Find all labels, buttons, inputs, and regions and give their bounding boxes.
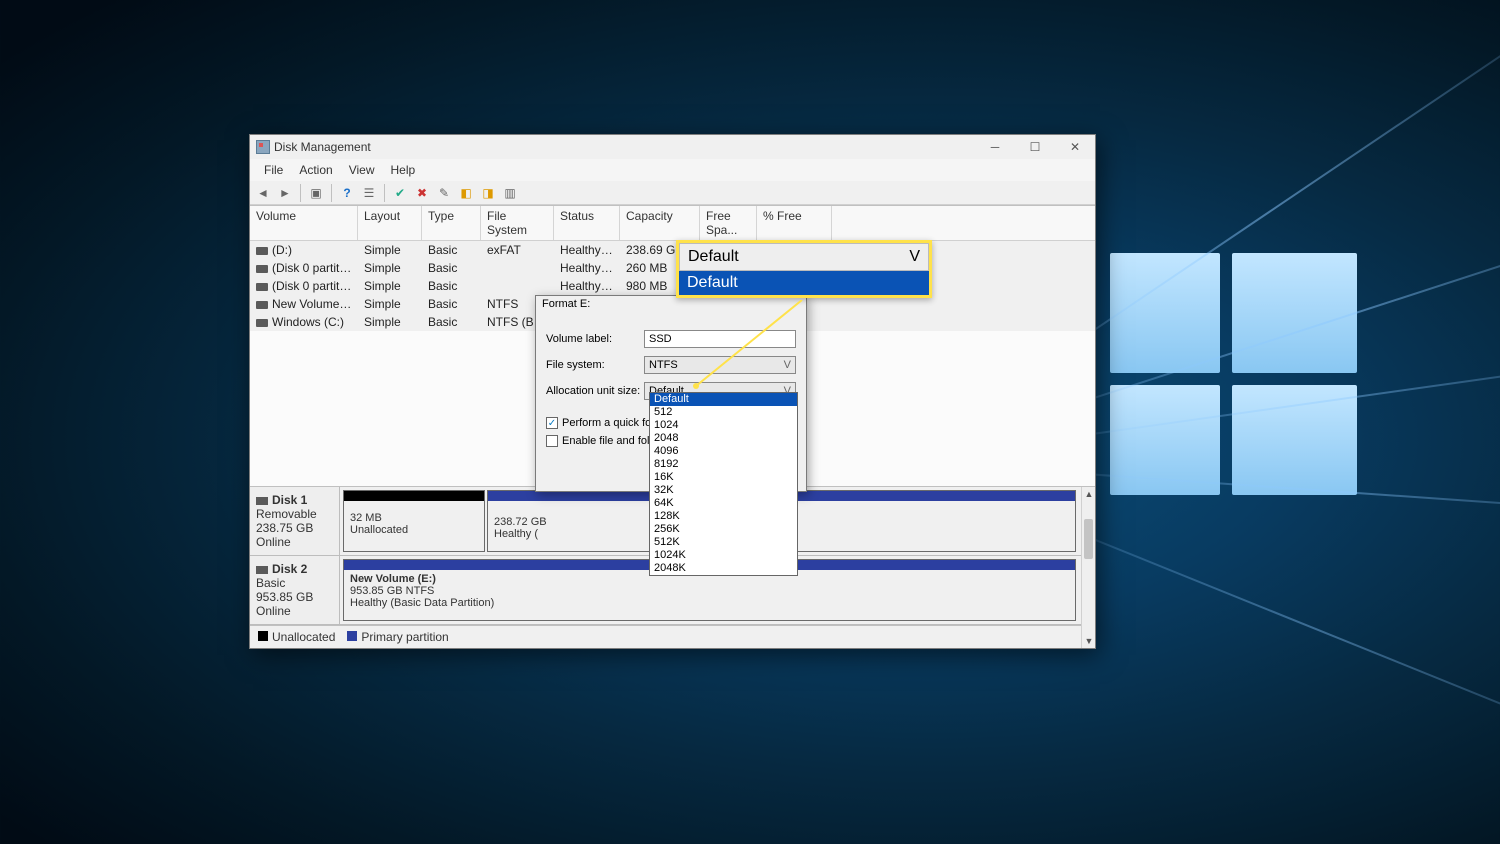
option-64k[interactable]: 64K [650,497,797,510]
scrollbar[interactable]: ▲ ▼ [1081,487,1095,648]
scroll-thumb[interactable] [1084,519,1093,559]
new-icon[interactable]: ✎ [435,184,453,202]
volume-icon [256,301,268,309]
disk-icon [256,497,268,505]
allocation-size-dropdown[interactable]: Default 512 1024 2048 4096 8192 16K 32K … [649,392,798,576]
disk-header[interactable]: Disk 2 Basic 953.85 GB Online [250,556,340,624]
windows-logo [1110,253,1357,495]
volume-icon [256,247,268,255]
callout-current-value: Default V [679,243,929,271]
dialog-title: Format E: [536,296,806,312]
app-icon [256,140,270,154]
option-512[interactable]: 512 [650,406,797,419]
option-default[interactable]: Default [650,393,797,406]
col-free[interactable]: Free Spa... [700,206,757,240]
callout-highlighted-option: Default [679,271,929,295]
chevron-down-icon: V [909,248,920,266]
partition-unallocated[interactable]: 32 MB Unallocated [343,490,485,552]
option-4096[interactable]: 4096 [650,445,797,458]
scroll-down-icon[interactable]: ▼ [1082,634,1096,648]
option-256k[interactable]: 256K [650,523,797,536]
close-button[interactable]: ✕ [1055,135,1095,159]
toolbar: ◄ ► ▣ ? ☰ ✔ ✖ ✎ ◧ ◨ ▥ [250,181,1095,205]
col-layout[interactable]: Layout [358,206,422,240]
option-1024k[interactable]: 1024K [650,549,797,562]
scroll-up-icon[interactable]: ▲ [1082,487,1096,501]
col-capacity[interactable]: Capacity [620,206,700,240]
volume-icon [256,265,268,273]
menubar: File Action View Help [250,159,1095,181]
volume-icon [256,283,268,291]
option-512k[interactable]: 512K [650,536,797,549]
option-1024[interactable]: 1024 [650,419,797,432]
menu-action[interactable]: Action [291,161,340,179]
minimize-button[interactable]: ─ [975,135,1015,159]
help-icon[interactable]: ? [338,184,356,202]
chevron-down-icon: V [784,359,791,371]
titlebar[interactable]: Disk Management ─ ☐ ✕ [250,135,1095,159]
option-32k[interactable]: 32K [650,484,797,497]
legend-swatch-unallocated [258,631,268,641]
menu-view[interactable]: View [341,161,383,179]
table-row[interactable]: (Disk 0 partition 4) Simple Basic Health… [250,277,1095,295]
layout-icon[interactable]: ▥ [501,184,519,202]
option-128k[interactable]: 128K [650,510,797,523]
properties-icon[interactable]: ◧ [457,184,475,202]
window-title: Disk Management [274,140,975,154]
forward-icon[interactable]: ► [276,184,294,202]
back-icon[interactable]: ◄ [254,184,272,202]
volume-label-label: Volume label: [546,333,644,345]
col-status[interactable]: Status [554,206,620,240]
volume-icon [256,319,268,327]
maximize-button[interactable]: ☐ [1015,135,1055,159]
quick-format-checkbox[interactable]: ✓ [546,417,558,429]
menu-file[interactable]: File [256,161,291,179]
disk-header[interactable]: Disk 1 Removable 238.75 GB Online [250,487,340,555]
col-filesystem[interactable]: File System [481,206,554,240]
col-type[interactable]: Type [422,206,481,240]
check-icon[interactable]: ✔ [391,184,409,202]
disk-icon [256,566,268,574]
compression-checkbox[interactable] [546,435,558,447]
allocation-size-label: Allocation unit size: [546,385,644,397]
menu-help[interactable]: Help [383,161,424,179]
legend: Unallocated Primary partition [250,625,1095,648]
col-pctfree[interactable]: % Free [757,206,832,240]
option-2048[interactable]: 2048 [650,432,797,445]
legend-swatch-primary [347,631,357,641]
option-16k[interactable]: 16K [650,471,797,484]
callout-magnified-select: Default V Default [676,240,932,298]
table-row[interactable]: (Disk 0 partition 1) Simple Basic Health… [250,259,1095,277]
file-system-label: File system: [546,359,644,371]
refresh-icon[interactable]: ☰ [360,184,378,202]
file-system-select[interactable]: NTFSV [644,356,796,374]
volume-label-input[interactable]: SSD [644,330,796,348]
col-volume[interactable]: Volume [250,206,358,240]
option-8192[interactable]: 8192 [650,458,797,471]
up-icon[interactable]: ▣ [307,184,325,202]
option-2048k[interactable]: 2048K [650,562,797,575]
settings-icon[interactable]: ◨ [479,184,497,202]
delete-icon[interactable]: ✖ [413,184,431,202]
table-row[interactable]: (D:) Simple Basic exFAT Healthy (P... 23… [250,241,1095,259]
